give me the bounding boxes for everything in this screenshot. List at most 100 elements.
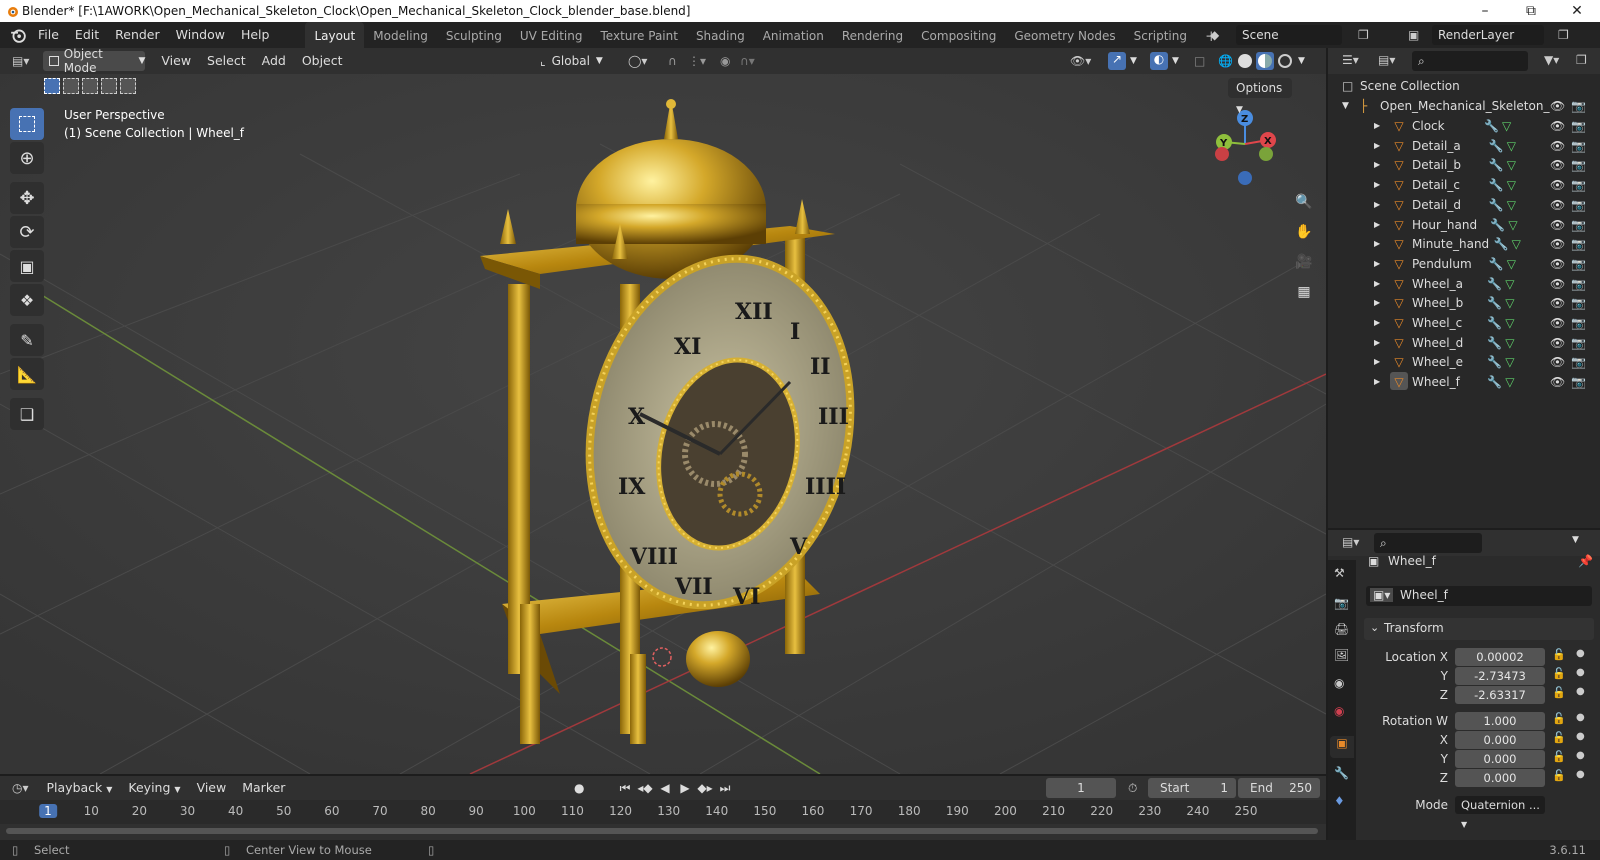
ortho-grid-icon[interactable]: ▦ bbox=[1290, 278, 1318, 306]
cursor-tool[interactable]: ⊕ bbox=[10, 142, 44, 174]
rotation-x-field[interactable]: 0.000 bbox=[1455, 731, 1545, 749]
start-frame-field[interactable]: Start 1 bbox=[1148, 778, 1236, 798]
new-collection-icon[interactable]: ❐ bbox=[1576, 53, 1587, 67]
menu-window[interactable]: Window bbox=[168, 22, 233, 48]
properties-search-input[interactable]: ⌕ bbox=[1374, 533, 1482, 553]
modifier-tab-icon[interactable]: 🔧 bbox=[1334, 766, 1349, 780]
outliner-object-row[interactable]: ▶ ▽ Wheel_f 🔧 ▽ 👁 📷 bbox=[1328, 372, 1600, 392]
close-icon[interactable]: ✕ bbox=[1554, 0, 1600, 22]
eye-icon[interactable]: 👁 bbox=[1550, 293, 1565, 313]
camera-icon[interactable]: 📷 bbox=[1571, 195, 1586, 215]
lock-icon[interactable]: 🔓 bbox=[1552, 686, 1566, 699]
measure-tool[interactable]: 📐 bbox=[10, 358, 44, 390]
camera-view-icon[interactable]: 🎥 bbox=[1290, 248, 1318, 276]
tab-animation[interactable]: Animation bbox=[754, 22, 833, 48]
camera-icon[interactable]: 📷 bbox=[1571, 372, 1586, 392]
select-subtract-icon[interactable] bbox=[82, 78, 98, 94]
timeline-menu-view[interactable]: View bbox=[189, 775, 235, 801]
keyframe-dot-icon[interactable]: ● bbox=[1576, 667, 1585, 678]
vp-menu-view[interactable]: View bbox=[153, 48, 199, 74]
wireframe-shading-icon[interactable]: 🌐 bbox=[1218, 54, 1233, 68]
modifier-wrench-icon[interactable]: 🔧 bbox=[1487, 352, 1502, 372]
object-tab-icon[interactable]: ▣ bbox=[1330, 736, 1354, 758]
expand-right-icon[interactable]: ▶ bbox=[1374, 254, 1380, 274]
camera-icon[interactable]: 📷 bbox=[1571, 215, 1586, 235]
expand-down-icon[interactable]: ▼ bbox=[1342, 96, 1349, 116]
jump-end-icon[interactable]: ⏭ bbox=[716, 779, 734, 797]
modifier-wrench-icon[interactable]: 🔧 bbox=[1489, 175, 1504, 195]
chevron-down-icon[interactable]: ▼ bbox=[1172, 56, 1179, 66]
outliner-object-row[interactable]: ▶ ▽ Hour_hand 🔧 ▽ 👁 📷 bbox=[1328, 215, 1600, 235]
location-x-field[interactable]: 0.00002 bbox=[1455, 648, 1545, 666]
camera-icon[interactable]: 📷 bbox=[1571, 254, 1586, 274]
outliner-object-row[interactable]: ▶ ▽ Detail_c 🔧 ▽ 👁 📷 bbox=[1328, 175, 1600, 195]
mesh-data-icon[interactable]: ▽ bbox=[1505, 372, 1514, 392]
material-shading-icon[interactable] bbox=[1256, 52, 1274, 70]
eye-icon[interactable]: 👁 bbox=[1550, 352, 1565, 372]
current-frame-field[interactable]: 1 bbox=[1046, 778, 1116, 798]
select-mode-buttons[interactable] bbox=[44, 78, 136, 94]
mesh-data-icon[interactable]: ▽ bbox=[1507, 155, 1516, 175]
scene-collection-row[interactable]: □ Scene Collection bbox=[1328, 76, 1600, 96]
outliner-search-input[interactable]: ⌕ bbox=[1412, 51, 1528, 71]
camera-icon[interactable]: 📷 bbox=[1571, 352, 1586, 372]
jump-keyframe-forward-icon[interactable]: ◆▸ bbox=[696, 779, 714, 797]
tab-scripting[interactable]: Scripting bbox=[1125, 22, 1196, 48]
expand-right-icon[interactable]: ▶ bbox=[1374, 372, 1380, 392]
pan-hand-icon[interactable]: ✋ bbox=[1290, 218, 1318, 246]
expand-right-icon[interactable]: ▶ bbox=[1374, 116, 1380, 136]
vp-menu-add[interactable]: Add bbox=[254, 48, 294, 74]
eye-icon[interactable]: 👁 bbox=[1550, 175, 1565, 195]
select-invert-icon[interactable] bbox=[101, 78, 117, 94]
menu-render[interactable]: Render bbox=[107, 22, 168, 48]
mesh-data-icon[interactable]: ▽ bbox=[1502, 116, 1511, 136]
tab-modeling[interactable]: Modeling bbox=[364, 22, 437, 48]
renderlayer-field[interactable]: RenderLayer bbox=[1432, 25, 1544, 45]
modifier-wrench-icon[interactable]: 🔧 bbox=[1489, 254, 1504, 274]
mesh-data-icon[interactable]: ▽ bbox=[1505, 293, 1514, 313]
options-button[interactable]: Options ▼ bbox=[1228, 78, 1292, 115]
proportional-edit-icon[interactable]: ◉ bbox=[720, 54, 730, 68]
expand-right-icon[interactable]: ▶ bbox=[1374, 234, 1380, 254]
editor-type-icon[interactable]: ▤▾ bbox=[1342, 535, 1359, 549]
rotation-mode-dropdown[interactable]: Quaternion ... ▼ bbox=[1455, 796, 1545, 829]
outliner-object-row[interactable]: ▶ ▽ Wheel_b 🔧 ▽ 👁 📷 bbox=[1328, 293, 1600, 313]
outliner-object-row[interactable]: ▶ ▽ Clock 🔧 ▽ 👁 📷 bbox=[1328, 116, 1600, 136]
expand-right-icon[interactable]: ▶ bbox=[1374, 333, 1380, 353]
expand-right-icon[interactable]: ▶ bbox=[1374, 175, 1380, 195]
jump-start-icon[interactable]: ⏮ bbox=[616, 779, 634, 797]
eye-icon[interactable]: 👁 bbox=[1550, 116, 1565, 136]
orientation-dropdown[interactable]: ⌞ Global ▼ bbox=[540, 51, 618, 71]
overlay-icon[interactable]: ◐ bbox=[1150, 52, 1168, 70]
chevron-down-icon[interactable]: ▼ bbox=[1298, 56, 1305, 66]
gizmo-icon[interactable]: ↗ bbox=[1108, 52, 1126, 70]
mesh-data-icon[interactable]: ▽ bbox=[1505, 333, 1514, 353]
camera-icon[interactable]: 📷 bbox=[1571, 116, 1586, 136]
tab-shading[interactable]: Shading bbox=[687, 22, 754, 48]
select-intersect-icon[interactable] bbox=[120, 78, 136, 94]
outliner-object-row[interactable]: ▶ ▽ Wheel_c 🔧 ▽ 👁 📷 bbox=[1328, 313, 1600, 333]
renderlayer-icon[interactable]: ▣ bbox=[1408, 28, 1419, 42]
snap-icon[interactable]: ∩ bbox=[668, 54, 677, 68]
camera-icon[interactable]: 📷 bbox=[1571, 234, 1586, 254]
keyframe-dot-icon[interactable]: ● bbox=[1576, 648, 1585, 659]
rotation-w-field[interactable]: 1.000 bbox=[1455, 712, 1545, 730]
eye-icon[interactable]: 👁 bbox=[1550, 155, 1565, 175]
lock-icon[interactable]: 🔓 bbox=[1552, 731, 1566, 744]
scene-icon[interactable]: ◆ bbox=[1210, 28, 1219, 42]
lock-icon[interactable]: 🔓 bbox=[1552, 712, 1566, 725]
tool-tab-icon[interactable]: ⚒ bbox=[1334, 566, 1345, 580]
vp-menu-select[interactable]: Select bbox=[199, 48, 254, 74]
display-mode-icon[interactable]: ▤▾ bbox=[1378, 53, 1395, 67]
world-tab-icon[interactable]: ◉ bbox=[1334, 704, 1344, 718]
mode-dropdown[interactable]: Object Mode ▼ bbox=[43, 47, 146, 75]
select-new-icon[interactable] bbox=[44, 78, 60, 94]
3d-viewport[interactable]: XII I II III IIII V VI VII VIII IX X XI … bbox=[0, 74, 1326, 774]
camera-icon[interactable]: 📷 bbox=[1571, 293, 1586, 313]
expand-right-icon[interactable]: ▶ bbox=[1374, 274, 1380, 294]
tab-compositing[interactable]: Compositing bbox=[912, 22, 1005, 48]
restore-icon[interactable]: ⧉ bbox=[1508, 0, 1554, 22]
keyframe-dot-icon[interactable]: ● bbox=[1576, 769, 1585, 780]
chevron-down-icon[interactable]: ▼ bbox=[1130, 56, 1137, 66]
modifier-wrench-icon[interactable]: 🔧 bbox=[1487, 333, 1502, 353]
